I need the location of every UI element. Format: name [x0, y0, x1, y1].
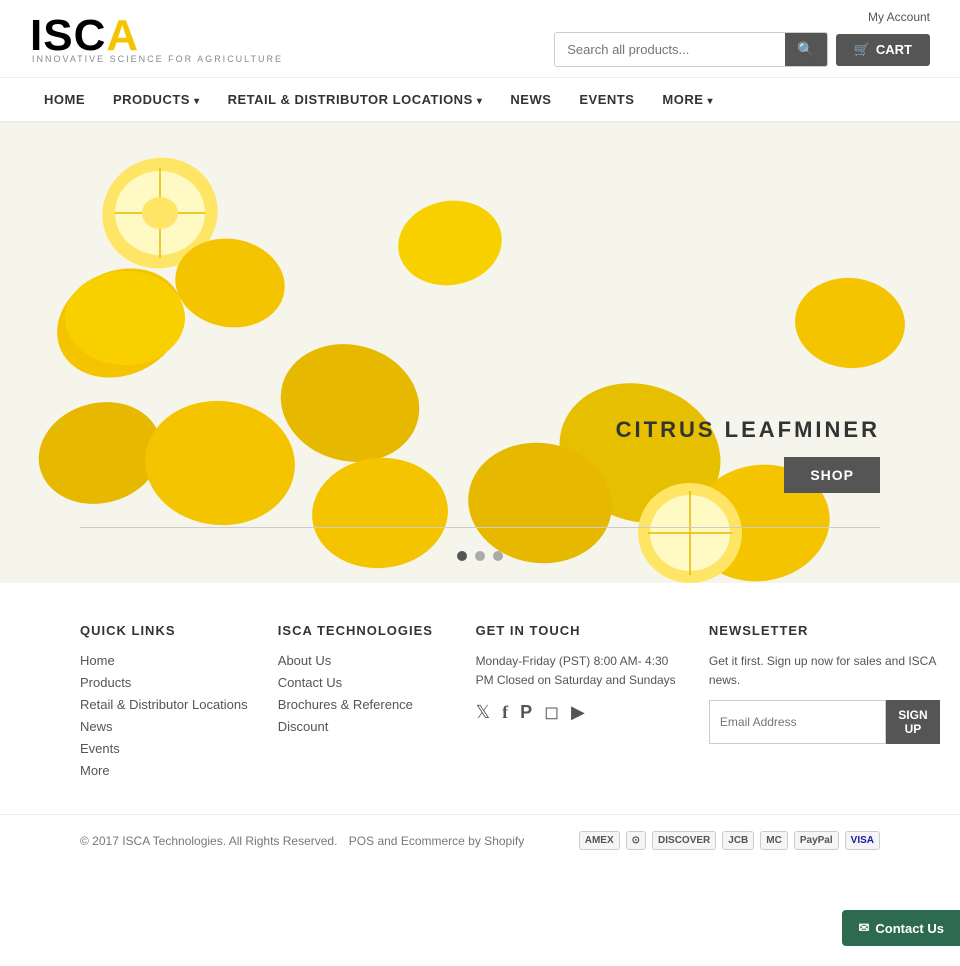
logo: ISCA INNOVATIVE SCIENCE FOR AGRICULTURE — [30, 14, 283, 64]
ecommerce-link[interactable]: Ecommerce by Shopify — [401, 834, 524, 848]
instagram-icon[interactable]: ◻ — [544, 702, 559, 723]
list-item: Products — [80, 674, 258, 690]
list-item: Brochures & Reference — [278, 696, 456, 712]
hero-separator — [80, 527, 880, 528]
nav-item-more[interactable]: MORE ▾ — [648, 78, 727, 121]
search-cart-row: 🔍 🛒 CART — [554, 32, 930, 67]
footer-newsletter: NEWSLETTER Get it first. Sign up now for… — [709, 623, 940, 784]
hero-section: CITRUS LEAFMINER SHOP — [0, 123, 960, 583]
footer-get-in-touch: GET IN TOUCH Monday-Friday (PST) 8:00 AM… — [476, 623, 699, 784]
nav-item-products[interactable]: PRODUCTS ▾ — [99, 78, 214, 121]
footer-isca-tech: ISCA TECHNOLOGIES About Us Contact Us Br… — [278, 623, 466, 784]
newsletter-signup-button[interactable]: SIGN UP — [886, 700, 940, 744]
contact-float-label: Contact Us — [875, 921, 944, 936]
contact-float-button[interactable]: ✉ Contact Us — [842, 910, 960, 946]
footer-copyright: © 2017 ISCA Technologies. All Rights Res… — [80, 834, 524, 848]
hero-dot-2[interactable] — [475, 551, 485, 561]
list-item: About Us — [278, 652, 456, 668]
copyright-text: © 2017 ISCA Technologies. All Rights Res… — [80, 834, 337, 848]
jcb-icon: JCB — [722, 831, 754, 850]
list-item: Home — [80, 652, 258, 668]
newsletter-description: Get it first. Sign up now for sales and … — [709, 652, 940, 690]
list-item: Discount — [278, 718, 456, 734]
header-right: My Account 🔍 🛒 CART — [554, 10, 930, 67]
retail-dropdown-icon: ▾ — [477, 96, 483, 107]
nav-item-home[interactable]: HOME — [30, 78, 99, 121]
search-input[interactable] — [555, 34, 785, 65]
search-button[interactable]: 🔍 — [785, 33, 826, 66]
paypal-icon: PayPal — [794, 831, 839, 850]
payment-icons-row: AMEX ⊙ DISCOVER JCB MC PayPal VISA — [579, 831, 880, 850]
list-item: Retail & Distributor Locations — [80, 696, 258, 712]
products-dropdown-icon: ▾ — [194, 96, 200, 107]
list-item: Events — [80, 740, 258, 756]
pinterest-icon[interactable]: P — [520, 702, 532, 723]
footer-quick-links: QUICK LINKS Home Products Retail & Distr… — [80, 623, 268, 784]
contact-hours: Monday-Friday (PST) 8:00 AM- 4:30 PM Clo… — [476, 652, 689, 690]
search-form: 🔍 — [554, 32, 827, 67]
quick-links-title: QUICK LINKS — [80, 623, 258, 638]
logo-tagline: INNOVATIVE SCIENCE FOR AGRICULTURE — [32, 54, 283, 64]
discover-icon: DISCOVER — [652, 831, 716, 850]
hero-dots — [457, 551, 503, 561]
facebook-icon[interactable]: f — [502, 702, 508, 723]
more-dropdown-icon: ▾ — [708, 96, 714, 107]
hero-dot-3[interactable] — [493, 551, 503, 561]
main-nav: HOME PRODUCTS ▾ RETAIL & DISTRIBUTOR LOC… — [0, 78, 960, 123]
cart-icon: 🛒 — [854, 42, 870, 58]
list-item: Contact Us — [278, 674, 456, 690]
footer: QUICK LINKS Home Products Retail & Distr… — [0, 583, 960, 866]
twitter-icon[interactable]: 𝕏 — [476, 702, 491, 723]
nav-item-events[interactable]: EVENTS — [565, 78, 648, 121]
hero-shop-button[interactable]: SHOP — [784, 457, 880, 493]
visa-icon: VISA — [845, 831, 880, 850]
hero-text-block: CITRUS LEAFMINER SHOP — [616, 417, 880, 493]
my-account-link[interactable]: My Account — [868, 10, 930, 24]
lemon-decoration — [0, 123, 960, 583]
header: ISCA INNOVATIVE SCIENCE FOR AGRICULTURE … — [0, 0, 960, 78]
pos-text: POS and — [349, 834, 398, 848]
footer-bottom: © 2017 ISCA Technologies. All Rights Res… — [0, 814, 960, 866]
nav-item-retail[interactable]: RETAIL & DISTRIBUTOR LOCATIONS ▾ — [214, 78, 497, 121]
cart-button[interactable]: 🛒 CART — [836, 34, 930, 66]
logo-mark: ISCA — [30, 14, 138, 58]
list-item: News — [80, 718, 258, 734]
hero-title: CITRUS LEAFMINER — [616, 417, 880, 443]
newsletter-email-input[interactable] — [709, 700, 886, 744]
list-item: More — [80, 762, 258, 778]
nav-item-news[interactable]: NEWS — [496, 78, 565, 121]
get-in-touch-title: GET IN TOUCH — [476, 623, 689, 638]
contact-float-icon: ✉ — [858, 920, 869, 936]
isca-tech-title: ISCA TECHNOLOGIES — [278, 623, 456, 638]
diners-icon: ⊙ — [626, 831, 646, 850]
mastercard-icon: MC — [760, 831, 788, 850]
cart-label: CART — [876, 42, 912, 57]
social-icons-row: 𝕏 f P ◻ ▶ — [476, 702, 689, 723]
hero-dot-1[interactable] — [457, 551, 467, 561]
newsletter-title: NEWSLETTER — [709, 623, 940, 638]
footer-columns: QUICK LINKS Home Products Retail & Distr… — [0, 623, 960, 784]
amex-icon: AMEX — [579, 831, 620, 850]
newsletter-form: SIGN UP — [709, 700, 940, 744]
youtube-icon[interactable]: ▶ — [571, 702, 585, 723]
